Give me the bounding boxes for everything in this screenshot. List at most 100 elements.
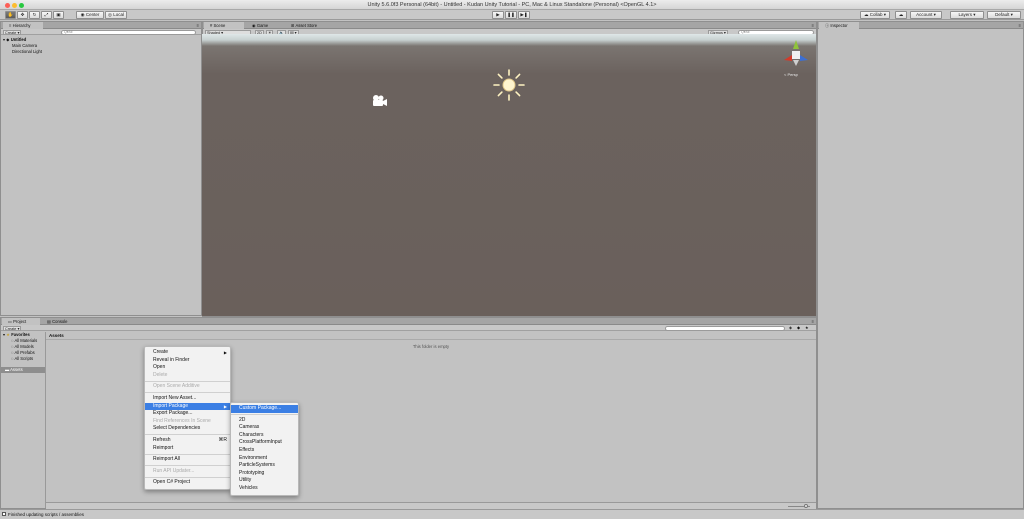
menu-item-characters[interactable]: Characters xyxy=(231,432,298,440)
assets-breadcrumb[interactable]: Assets xyxy=(46,332,816,340)
menu-item-effects[interactable]: Effects xyxy=(231,447,298,455)
menu-item-create[interactable]: Create ▶ xyxy=(145,349,230,357)
menu-item-open[interactable]: Open xyxy=(145,364,230,372)
panel-menu-icon[interactable]: ≡ xyxy=(1019,23,1021,28)
persp-label[interactable]: < Persp xyxy=(784,72,798,77)
menu-item-label: Reimport All xyxy=(153,456,180,463)
tab-game[interactable]: ◉ Game xyxy=(246,22,284,29)
star-icon[interactable]: ★ xyxy=(805,325,809,330)
tab-scene[interactable]: # Scene xyxy=(204,22,244,29)
menu-item-label: Effects xyxy=(239,446,255,453)
panel-menu-icon[interactable]: ≡ xyxy=(812,23,814,28)
menu-item-label: Vehicles xyxy=(239,484,258,491)
triangle-down-icon: ▾ xyxy=(3,37,6,42)
menu-item-reimport[interactable]: Reimport xyxy=(145,445,230,453)
filter-type-icon[interactable]: ◈ xyxy=(789,325,792,330)
menu-item-cameras[interactable]: Cameras xyxy=(231,424,298,432)
panel-menu-icon[interactable]: ≡ xyxy=(812,319,814,324)
menu-item-label: Find References In Scene xyxy=(153,417,211,424)
move-tool-button[interactable]: ✥ xyxy=(17,11,28,19)
play-button[interactable]: ▶ xyxy=(492,11,504,19)
project-toolbar: Create ▾ ◈ ◆ ★ xyxy=(1,325,816,331)
zoom-window-button[interactable] xyxy=(19,2,24,8)
menu-item-2d[interactable]: 2D xyxy=(231,417,298,425)
rect-tool-button[interactable]: ▣ xyxy=(53,11,64,19)
menu-item-import-package[interactable]: Import Package ▶ xyxy=(145,402,230,411)
services-button[interactable]: ☁ xyxy=(895,11,907,19)
favorite-item-label: All Models xyxy=(14,344,34,349)
scale-tool-button[interactable]: ⤢ xyxy=(41,11,52,19)
tab-asset-store-label: Asset Store xyxy=(295,23,318,28)
camera-icon[interactable] xyxy=(370,94,388,108)
scene-viewport[interactable]: < Persp xyxy=(202,34,816,316)
submenu-arrow-icon: ▶ xyxy=(223,403,227,409)
tab-console[interactable]: ▤ Console xyxy=(41,318,75,325)
menu-item-open-c-project[interactable]: Open C# Project xyxy=(145,479,230,487)
step-icon: ▶❚ xyxy=(520,12,528,17)
layers-label: Layers xyxy=(958,12,972,17)
menu-item-reimport-all[interactable]: Reimport All xyxy=(145,456,230,464)
tab-inspector[interactable]: ⓘ Inspector xyxy=(819,22,859,29)
account-dropdown[interactable]: Account ▾ xyxy=(910,11,942,19)
menu-item-crossplatforminput[interactable]: CrossPlatformInput xyxy=(231,439,298,447)
menu-item-label: 2D xyxy=(239,416,246,423)
menu-item-select-dependencies[interactable]: Select Dependencies xyxy=(145,425,230,433)
collab-dropdown[interactable]: ☁ Collab ▾ xyxy=(860,11,890,19)
menu-item-prototyping[interactable]: Prototyping xyxy=(231,470,298,478)
window-title: Unity 5.6.0f3 Personal (64bit) - Untitle… xyxy=(367,2,657,8)
status-icon xyxy=(2,512,6,516)
hierarchy-search-input[interactable]: Q▾All xyxy=(61,29,196,35)
tab-project[interactable]: ▭ Project xyxy=(2,318,40,325)
filter-label-icon[interactable]: ◆ xyxy=(797,325,800,330)
directional-light-icon[interactable] xyxy=(492,68,526,102)
panel-menu-icon[interactable]: ≡ xyxy=(197,23,199,28)
menu-item-export-package[interactable]: Export Package... xyxy=(145,410,230,418)
project-create-button[interactable]: Create ▾ xyxy=(3,325,22,331)
hierarchy-create-button[interactable]: Create ▾ xyxy=(3,29,22,35)
menu-item-vehicles[interactable]: Vehicles xyxy=(231,485,298,493)
tab-asset-store[interactable]: ⊞ Asset Store xyxy=(285,22,333,29)
project-search-input[interactable] xyxy=(665,325,785,331)
menu-item-label: ParticleSystems xyxy=(239,462,275,469)
hand-tool-button[interactable]: ✋ xyxy=(5,11,16,19)
assets-folder-label: Assets xyxy=(10,367,23,372)
menu-item-label: CrossPlatformInput xyxy=(239,439,282,446)
layers-dropdown[interactable]: Layers ▾ xyxy=(950,11,984,19)
scene-gizmo-icon[interactable] xyxy=(778,38,814,72)
pivot-label: Center xyxy=(85,12,100,17)
hand-icon: ✋ xyxy=(7,12,14,17)
folder-icon: ▭ xyxy=(8,319,12,324)
menu-item-utility[interactable]: Utility xyxy=(231,477,298,485)
rotate-icon: ↻ xyxy=(32,12,37,17)
assets-folder[interactable]: ▬ Assets xyxy=(1,367,45,373)
menu-item-label: Cameras xyxy=(239,424,260,431)
rotate-tool-button[interactable]: ↻ xyxy=(29,11,40,19)
import-package-submenu: Custom Package... 2D Cameras Characters Cros… xyxy=(230,402,299,496)
slider-handle[interactable] xyxy=(804,504,808,508)
pivot-space-toggle[interactable]: ◎ Local xyxy=(105,11,127,19)
pivot-center-toggle[interactable]: ◉ Center xyxy=(76,11,104,19)
menu-item-find-references-in-scene: Find References In Scene xyxy=(145,418,230,426)
menu-item-reveal-in-finder[interactable]: Reveal in Finder xyxy=(145,357,230,365)
minimize-window-button[interactable] xyxy=(12,2,17,8)
layout-dropdown[interactable]: Default ▾ xyxy=(987,11,1021,19)
menu-item-label: Characters xyxy=(239,431,264,438)
pivot-icon: ◉ xyxy=(80,12,85,17)
pause-button[interactable]: ❚❚ xyxy=(505,11,517,19)
menu-item-environment[interactable]: Environment xyxy=(231,455,298,463)
tab-console-label: Console xyxy=(52,319,68,324)
close-window-button[interactable] xyxy=(5,2,10,8)
menu-item-particlesystems[interactable]: ParticleSystems xyxy=(231,462,298,470)
scene-tabstrip: # Scene ◉ Game ⊞ Asset Store ≡ xyxy=(203,22,816,29)
favorite-item[interactable]: ◌ All Scripts xyxy=(1,356,45,362)
globe-icon: ◎ xyxy=(108,12,112,17)
hierarchy-item[interactable]: Directional Light xyxy=(3,49,42,55)
menu-item-refresh[interactable]: Refresh ⌘R xyxy=(145,437,230,445)
tab-hierarchy[interactable]: ≡ Hierarchy xyxy=(3,22,43,29)
project-bottom-bar xyxy=(46,502,816,509)
menu-item-custom-package[interactable]: Custom Package... xyxy=(231,405,298,413)
triangle-down-icon: ▾ xyxy=(3,332,6,337)
step-button[interactable]: ▶❚ xyxy=(518,11,530,19)
inspector-tabstrip: ⓘ Inspector ≡ xyxy=(818,22,1023,29)
menu-item-import-new-asset[interactable]: Import New Asset... xyxy=(145,395,230,403)
